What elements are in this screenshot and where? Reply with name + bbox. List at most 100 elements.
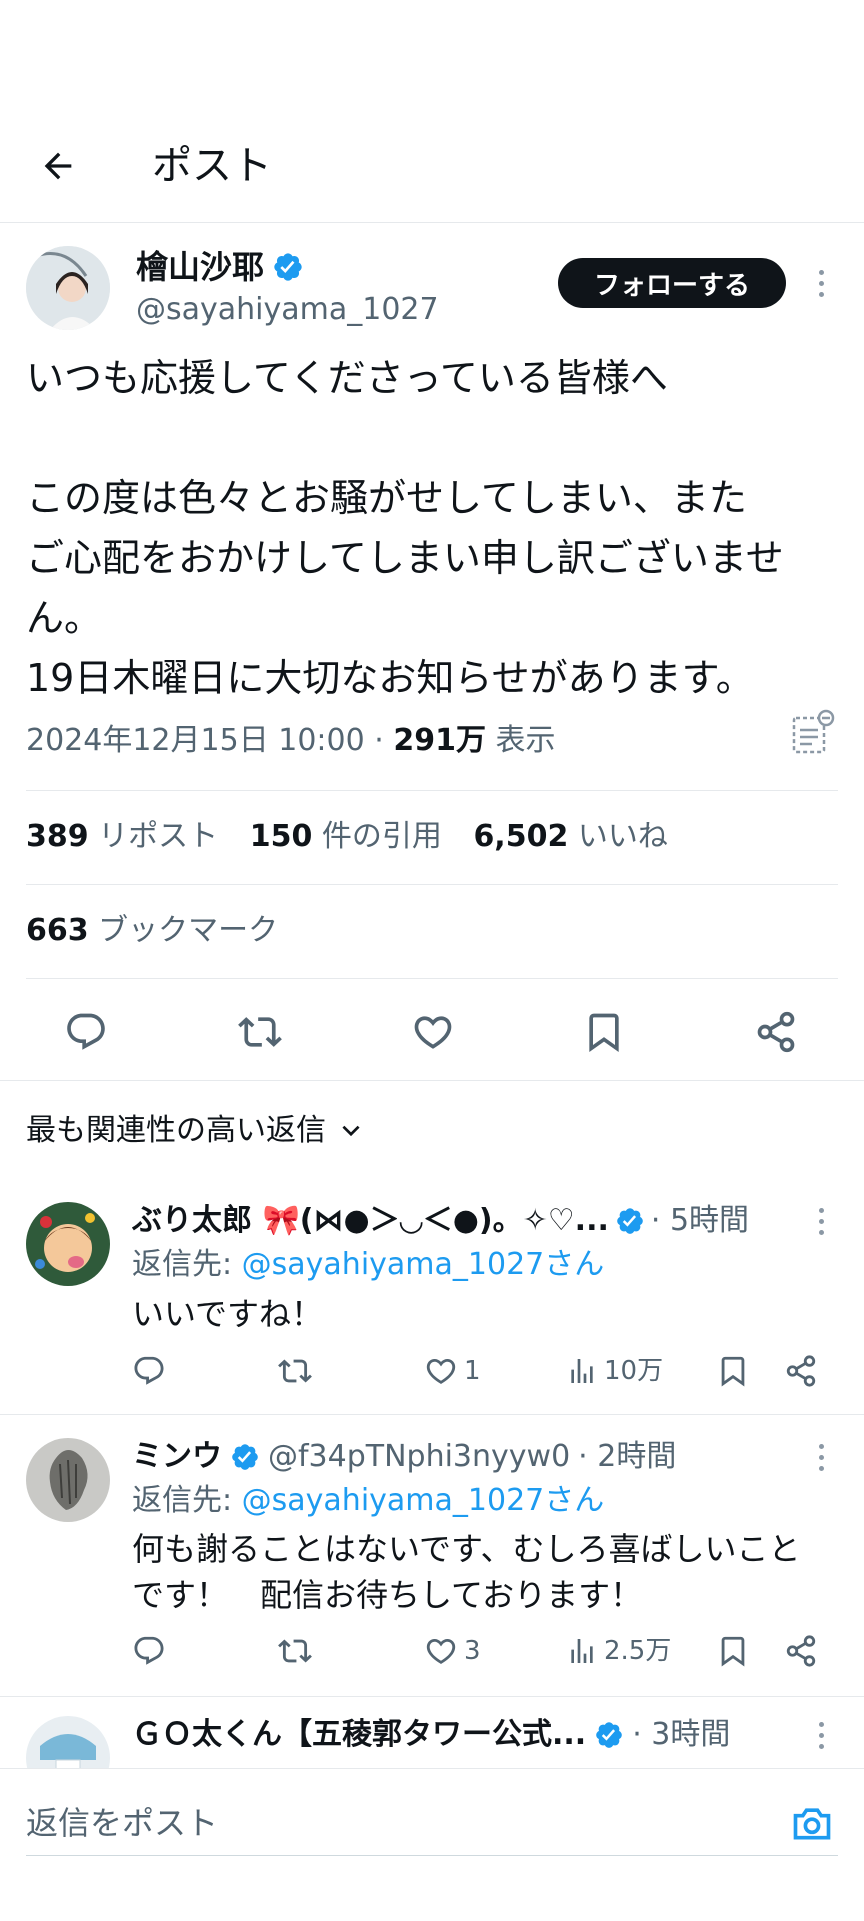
reply-time[interactable]: · 3時間 (632, 1714, 730, 1756)
reply-views-button[interactable]: 10万 (566, 1350, 663, 1392)
post-text-line: いつも応援してくださっている皆様へ (26, 356, 668, 400)
divider (0, 1414, 864, 1415)
bookmark-button[interactable] (576, 1004, 632, 1060)
reply-time[interactable]: · 2時間 (578, 1436, 676, 1478)
reply-author-name[interactable]: ミンウ (132, 1436, 222, 1478)
post-text-line: この度は色々とお騒がせしてしまい、また (26, 476, 747, 520)
likes-count: 6,502 (473, 819, 569, 854)
share-icon[interactable] (784, 1634, 818, 1668)
follow-button[interactable]: フォローする (558, 258, 786, 308)
bookmarks-label: ブックマーク (98, 913, 279, 948)
reply-to-prefix: 返信先: (132, 1483, 242, 1518)
post-text-line: ご心配をおかけしてしまい申し訳ございませ (26, 536, 784, 580)
reposts-count: 389 (26, 819, 89, 854)
bookmarks-count: 663 (26, 913, 89, 948)
share-icon[interactable] (784, 1354, 818, 1388)
more-options-button[interactable] (815, 1208, 827, 1235)
reply-author-name[interactable]: ぶり太郎 🎀(⋈●＞◡＜●)。✧♡... (132, 1200, 609, 1242)
bookmark-icon[interactable] (716, 1634, 750, 1668)
post-text-line (26, 408, 846, 468)
likes-stat[interactable]: 6,502 いいね (473, 819, 667, 854)
analytics-icon (571, 1359, 593, 1383)
quotes-count: 150 (249, 819, 313, 854)
share-icon (757, 1011, 795, 1053)
like-button[interactable] (405, 1004, 461, 1060)
repost-icon[interactable] (278, 1354, 312, 1388)
reply-like-button[interactable]: 1 (424, 1350, 481, 1392)
reply-avatar[interactable] (26, 1438, 110, 1522)
reply-time[interactable]: · 5時間 (651, 1200, 749, 1242)
post-text: いつも応援してくださっている皆様へ この度は色々とお騒がせしてしまい、また ご心… (26, 348, 846, 708)
reply-to-handle[interactable]: @sayahiyama_1027さん (242, 1483, 605, 1518)
post-timestamp[interactable]: 2024年12月15日 10:00 (26, 723, 365, 758)
author-handle[interactable]: @sayahiyama_1027 (136, 290, 439, 330)
post-analytics-icon (792, 709, 835, 754)
post-text-line: 19日木曜日に大切なお知らせがあります。 (26, 656, 754, 700)
reply-text-line: です！ 配信お待ちしております！ (132, 1576, 643, 1614)
reply-avatar[interactable] (26, 1716, 110, 1768)
reply-text: 何も謝ることはないです、むしろ喜ばしいこと です！ 配信お待ちしております！ (132, 1526, 832, 1618)
reply-text-line: 何も謝ることはないです、むしろ喜ばしいこと (132, 1530, 801, 1568)
avatar[interactable] (26, 246, 110, 330)
divider (26, 790, 838, 791)
camera-icon (793, 1808, 831, 1840)
reply-like-count: 1 (464, 1356, 481, 1386)
reply-to-handle[interactable]: @sayahiyama_1027さん (242, 1247, 605, 1282)
repost-button[interactable] (232, 1004, 288, 1060)
reposts-stat[interactable]: 389 リポスト (26, 819, 218, 854)
views-count: 291万 (393, 723, 486, 758)
views-label: 表示 (495, 723, 556, 758)
bookmarks-stat[interactable]: 663 ブックマーク (26, 910, 278, 952)
reply-author-name[interactable]: ＧＯ太くん【五稜郭タワー公式... (132, 1714, 586, 1756)
reply-author-handle[interactable]: @f34pTNphi3nyyw0 (268, 1436, 570, 1478)
input-underline (26, 1855, 838, 1856)
heart-icon (426, 1358, 456, 1384)
author-name[interactable]: 檜山沙耶 (136, 246, 264, 288)
reply-to-prefix: 返信先: (132, 1247, 242, 1282)
reply-icon (67, 1013, 105, 1050)
divider (26, 978, 838, 979)
share-button[interactable] (748, 1004, 804, 1060)
replies-sort-label: 最も関連性の高い返信 (26, 1113, 326, 1148)
reposts-label: リポスト (98, 819, 219, 854)
reply-item[interactable]: ＧＯ太くん【五稜郭タワー公式... · 3時間 (0, 1704, 864, 1768)
divider (0, 222, 864, 223)
verified-badge-icon (274, 253, 302, 281)
repost-icon[interactable] (278, 1634, 312, 1668)
reply-avatar[interactable] (26, 1202, 110, 1286)
replies-sort-dropdown[interactable]: 最も関連性の高い返信 (26, 1110, 364, 1152)
reply-composer (0, 1768, 864, 1921)
reply-views-button[interactable]: 2.5万 (566, 1630, 671, 1672)
reply-item[interactable]: ぶり太郎 🎀(⋈●＞◡＜●)。✧♡... · 5時間 返信先: @sayahiy… (0, 1190, 864, 1414)
divider (0, 1696, 864, 1697)
more-options-button[interactable] (815, 270, 827, 297)
verified-badge-icon (596, 1722, 623, 1748)
verified-badge-icon (232, 1444, 258, 1470)
more-options-button[interactable] (815, 1444, 827, 1471)
analytics-icon (571, 1639, 593, 1663)
reply-icon[interactable] (132, 1634, 166, 1668)
reply-button[interactable] (58, 1004, 114, 1060)
likes-label: いいね (577, 819, 668, 854)
reply-like-count: 3 (464, 1636, 481, 1666)
reply-text: いいですね！ (132, 1295, 324, 1333)
quotes-stat[interactable]: 150 件の引用 (250, 819, 442, 854)
reply-input[interactable] (26, 1795, 746, 1851)
reply-icon[interactable] (132, 1354, 166, 1388)
analytics-button[interactable] (786, 706, 840, 760)
divider (0, 1080, 864, 1081)
reply-like-button[interactable]: 3 (424, 1630, 481, 1672)
quotes-label: 件の引用 (321, 819, 442, 854)
camera-button[interactable] (784, 1795, 840, 1851)
back-button[interactable] (30, 138, 86, 194)
arrow-left-icon (44, 152, 72, 180)
divider (26, 884, 838, 885)
chevron-down-icon (342, 1125, 360, 1137)
verified-badge-icon (617, 1208, 643, 1234)
bookmark-icon[interactable] (716, 1354, 750, 1388)
reply-item[interactable]: ミンウ @f34pTNphi3nyyw0 · 2時間 返信先: @sayahiy… (0, 1426, 864, 1696)
page-title: ポスト (152, 143, 272, 189)
header-bar: ポスト (0, 120, 864, 222)
more-options-button[interactable] (815, 1722, 827, 1749)
post-stats: 389 リポスト 150 件の引用 6,502 いいね (26, 816, 668, 858)
